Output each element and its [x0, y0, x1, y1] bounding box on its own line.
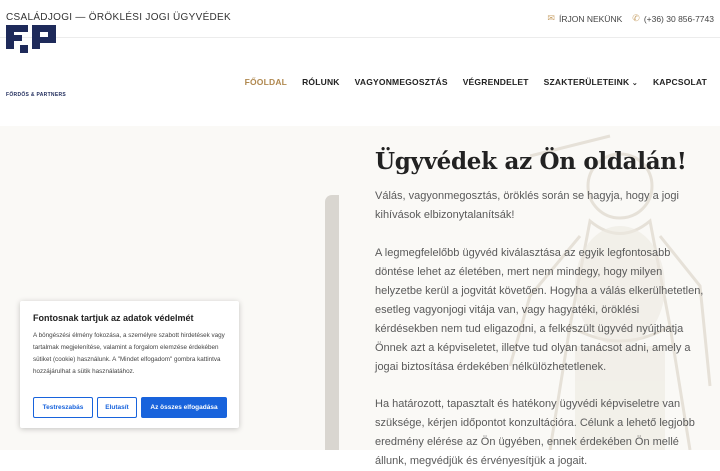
nav-item-practice-areas[interactable]: SZAKTERÜLETEINK ⌄	[544, 77, 638, 87]
nav-item-property-division[interactable]: VAGYONMEGOSZTÁS	[355, 77, 448, 87]
reject-button[interactable]: Elutasít	[97, 397, 137, 418]
chevron-down-icon: ⌄	[631, 80, 638, 87]
cookie-description: A böngészési élmény fokozása, a személyr…	[33, 332, 225, 375]
customize-button[interactable]: Testreszabás	[33, 397, 93, 418]
body-paragraph: A legmegfelelőbb ügyvéd kiválasztása az …	[375, 247, 704, 373]
nav-item-home[interactable]: FŐOLDAL	[245, 77, 287, 87]
contact-bar: ✉ ÍRJON NEKÜNK ✆ (+36) 30 856-7743	[547, 13, 714, 24]
mail-icon: ✉	[547, 13, 555, 23]
logo-mark[interactable]	[6, 25, 66, 61]
page-title: Ügyvédek az Ön oldalán!	[375, 148, 687, 175]
top-bar: CSALÁDJOGI — ÖRÖKLÉSI JOGI ÜGYVÉDEK ✉ ÍR…	[0, 0, 720, 38]
main-nav: FŐOLDAL RÓLUNK VAGYONMEGOSZTÁS VÉGRENDEL…	[230, 77, 707, 87]
hero-content: Ügyvédek az Ön oldalán! Válás, vagyonmeg…	[375, 148, 705, 471]
cookie-consent-banner: Fontosnak tartjuk az adatok védelmét A b…	[20, 301, 239, 428]
cta-paragraph: Ha határozott, tapasztalt és hatékony üg…	[375, 398, 695, 467]
accept-all-button[interactable]: Az összes elfogadása	[141, 397, 227, 418]
nav-item-about[interactable]: RÓLUNK	[302, 77, 340, 87]
phone-link[interactable]: (+36) 30 856-7743	[644, 14, 714, 24]
logo-text: FŐRDŐS & PARTNERS	[6, 92, 67, 98]
write-us-link[interactable]: ÍRJON NEKÜNK	[559, 14, 622, 24]
intro-paragraph: Válás, vagyonmegosztás, öröklés során se…	[375, 190, 679, 221]
cookie-title: Fontosnak tartjuk az adatok védelmét	[33, 313, 194, 323]
nav-item-contact[interactable]: KAPCSOLAT	[653, 77, 707, 87]
site-tagline: CSALÁDJOGI — ÖRÖKLÉSI JOGI ÜGYVÉDEK	[6, 12, 231, 23]
nav-item-will[interactable]: VÉGRENDELET	[463, 77, 529, 87]
phone-icon: ✆	[632, 13, 640, 23]
image-panel-edge	[325, 195, 339, 450]
